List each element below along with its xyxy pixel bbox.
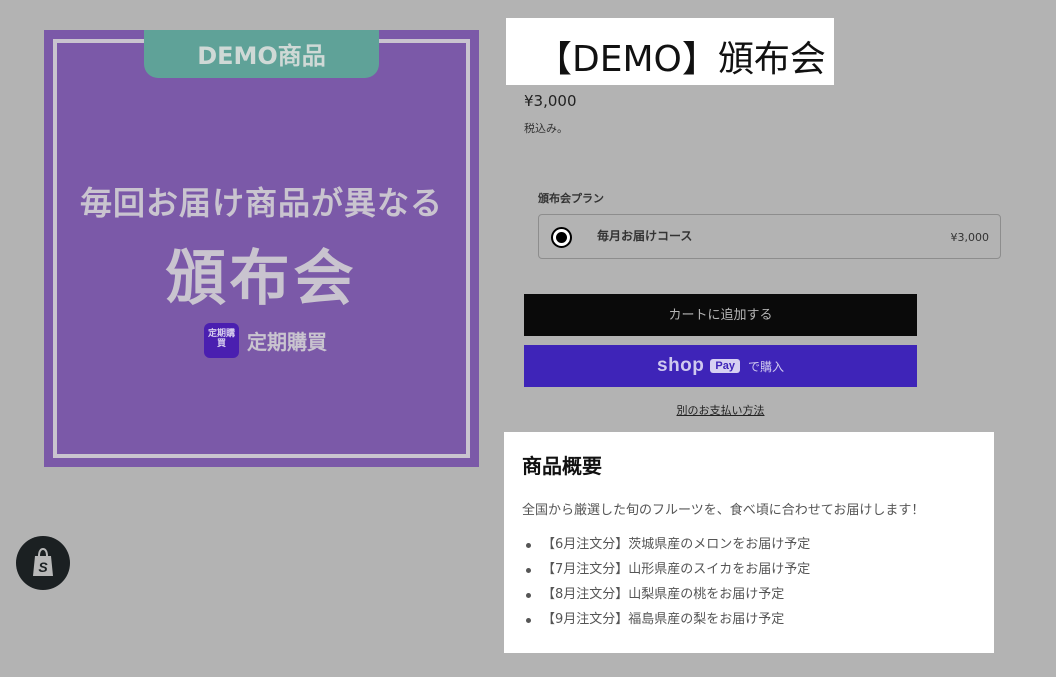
description-list: 【6月注文分】茨城県産のメロンをお届け予定 【7月注文分】山形県産のスイカをお届… (522, 536, 976, 628)
description-title: 商品概要 (522, 454, 602, 478)
shop-pay-logo: shop (657, 355, 705, 376)
image-brand: 定期購買 定期購買 (204, 322, 327, 358)
plan-option-name: 毎月お届けコース (597, 229, 693, 243)
shop-pay-label: で購入 (747, 359, 784, 374)
shopify-bag-svg: S (33, 547, 53, 576)
product-image: DEMO商品 毎回お届け商品が異なる 頒布会 定期購買 定期購買 (44, 30, 479, 467)
plan-option-monthly[interactable]: 毎月お届けコース ¥3,000 (538, 214, 1001, 259)
tax-note: 税込み。 (524, 122, 568, 135)
list-item: 【7月注文分】山形県産のスイカをお届け予定 (522, 561, 976, 578)
shop-pay-button[interactable]: shop Pay で購入 (524, 345, 917, 387)
brand-name: 定期購買 (247, 329, 327, 354)
plan-option-price: ¥3,000 (950, 231, 990, 244)
other-payment-link[interactable]: 別のお支払い方法 (677, 404, 765, 417)
other-payment: 別のお支払い方法 (524, 402, 917, 418)
product-title-box: 【DEMO】頒布会 (506, 18, 834, 85)
image-tagline: 毎回お届け商品が異なる (79, 184, 443, 222)
image-headline: 頒布会 (165, 244, 358, 314)
svg-text:S: S (38, 559, 48, 575)
description-box: 商品概要 全国から厳選した旬のフルーツを、食べ頃に合わせてお届けします！ 【6月… (504, 432, 994, 653)
list-item: 【8月注文分】山梨県産の桃をお届け予定 (522, 586, 976, 603)
product-title: 【DEMO】頒布会 (536, 39, 826, 80)
list-item: 【9月注文分】福島県産の梨をお届け予定 (522, 611, 976, 628)
radio-selected-icon[interactable] (551, 227, 572, 248)
product-price: ¥3,000 (524, 92, 577, 110)
brand-logo: 定期購買 (204, 322, 239, 358)
plan-label: 頒布会プラン (538, 192, 604, 205)
add-to-cart-button[interactable]: カートに追加する (524, 294, 917, 336)
shopify-bag-icon[interactable]: S (16, 536, 70, 590)
demo-tab: DEMO商品 (144, 30, 379, 78)
description-text: 全国から厳選した旬のフルーツを、食べ頃に合わせてお届けします！ (522, 503, 925, 518)
list-item: 【6月注文分】茨城県産のメロンをお届け予定 (522, 536, 976, 553)
shop-pay-badge: Pay (710, 359, 740, 373)
